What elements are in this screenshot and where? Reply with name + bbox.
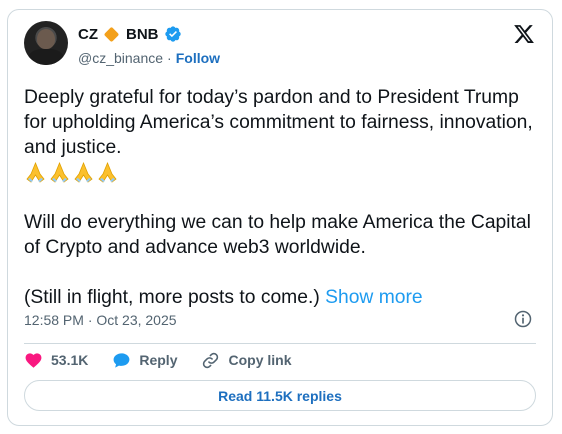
verified-badge-icon — [164, 26, 181, 42]
author-handle-row: @cz_binance · Follow — [78, 50, 220, 66]
show-more-link[interactable]: Show more — [325, 287, 423, 308]
divider — [24, 343, 536, 344]
folded-hands-icon — [72, 161, 95, 183]
avatar-face — [37, 29, 55, 49]
avatar[interactable] — [24, 21, 68, 65]
handle-separator: · — [167, 50, 172, 66]
info-icon[interactable] — [513, 309, 533, 329]
tweet-paragraph-2: Will do everything we can to help make A… — [24, 212, 531, 258]
copy-link-button[interactable]: Copy link — [201, 351, 292, 370]
tweet-paragraph-1: Deeply grateful for today’s pardon and t… — [24, 87, 533, 158]
diamond-icon — [103, 26, 120, 42]
timestamp[interactable]: 12:58 PM · Oct 23, 2025 — [24, 312, 177, 328]
folded-hands-icon — [48, 161, 71, 183]
tweet-paragraph-3-text: (Still in flight, more posts to come.) — [24, 287, 320, 308]
author-affiliation[interactable]: BNB — [126, 26, 159, 43]
reply-button[interactable]: Reply — [112, 351, 177, 370]
link-icon — [203, 352, 219, 368]
emoji-row — [24, 160, 534, 185]
author-display-name[interactable]: CZ — [78, 26, 98, 43]
follow-button[interactable]: Follow — [176, 50, 220, 66]
folded-hands-icon — [96, 161, 119, 183]
x-logo-icon[interactable] — [513, 23, 535, 45]
copy-link-label: Copy link — [228, 352, 292, 368]
avatar-body — [28, 49, 64, 65]
action-bar: 53.1K Reply Copy link — [24, 349, 316, 371]
tweet-text: Deeply grateful for today’s pardon and t… — [24, 85, 534, 310]
read-replies-button[interactable]: Read 11.5K replies — [24, 380, 536, 411]
like-button[interactable]: 53.1K — [24, 351, 88, 370]
author-handle[interactable]: @cz_binance — [78, 50, 163, 66]
speech-bubble-icon — [113, 352, 130, 368]
tweet-paragraph-3: (Still in flight, more posts to come.) S… — [24, 285, 534, 310]
tweet-card: CZ BNB @cz_binance · Follow Deeply grate… — [7, 9, 553, 426]
author-name-row: CZ BNB — [78, 24, 182, 44]
folded-hands-icon — [24, 161, 47, 183]
reply-label: Reply — [139, 352, 178, 368]
like-count: 53.1K — [51, 352, 89, 368]
heart-icon — [25, 352, 42, 368]
